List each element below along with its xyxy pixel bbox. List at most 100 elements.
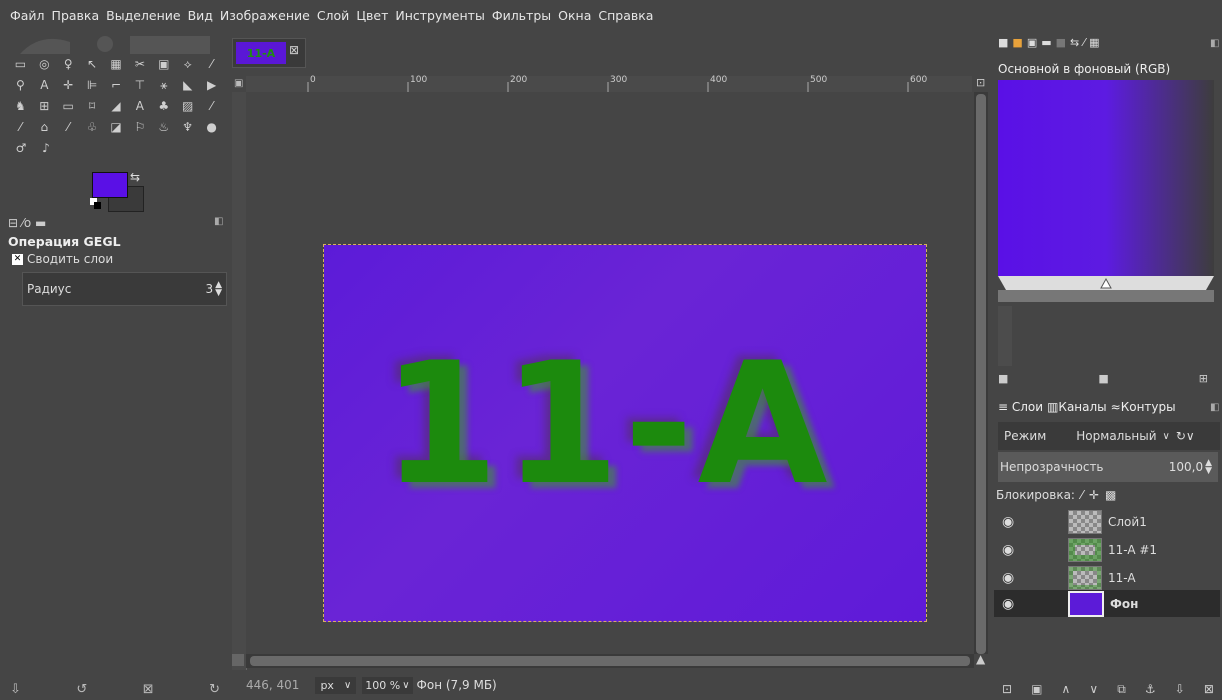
panel-menu-icon[interactable]: ◧ <box>1210 38 1219 49</box>
gradient-editor-bar[interactable] <box>998 276 1214 290</box>
crop-icon[interactable]: ⌐ <box>106 75 127 95</box>
navigate-icon[interactable] <box>232 654 244 666</box>
menu-edit[interactable]: Правка <box>52 8 100 23</box>
dodge-icon[interactable]: ♂ <box>10 138 32 158</box>
palettes-tab-icon[interactable]: ▬ <box>1041 36 1051 49</box>
gradient-preview[interactable] <box>998 80 1214 276</box>
eye-icon[interactable]: ◉ <box>1002 570 1024 586</box>
eraser-icon[interactable]: ⌂ <box>34 117 55 137</box>
mypaint-icon[interactable]: ▨ <box>177 96 198 116</box>
duplicate-layer-icon[interactable]: ⧉ <box>1117 682 1126 697</box>
perspective-icon[interactable]: ▶ <box>201 75 222 95</box>
align-icon[interactable]: ⊫ <box>82 75 103 95</box>
blur-icon[interactable]: ♆ <box>177 117 198 137</box>
measure-icon[interactable]: A <box>34 75 55 95</box>
ink-icon[interactable]: ♧ <box>82 117 103 137</box>
move-icon[interactable]: ✛ <box>58 75 79 95</box>
pencil-icon[interactable]: ⁄ <box>201 96 222 116</box>
gradients-tab-icon[interactable]: ▦ <box>1089 36 1099 49</box>
menu-windows[interactable]: Окна <box>558 8 591 23</box>
merge-down-icon[interactable]: ⇩ <box>1175 682 1185 697</box>
swap-colors-icon[interactable]: ⇆ <box>130 170 140 184</box>
text-icon[interactable]: A <box>129 96 150 116</box>
zoom-icon[interactable]: ⚲ <box>10 75 31 95</box>
lock-position-icon[interactable]: ✛ <box>1089 488 1099 502</box>
unified-transform-icon[interactable]: ⊤ <box>129 75 150 95</box>
tab-layers[interactable]: ≡ Слои <box>998 400 1043 414</box>
cage-transform-icon[interactable]: ♞ <box>10 96 31 116</box>
delete-layer-icon[interactable]: ⊠ <box>1204 682 1214 697</box>
by-color-select-icon[interactable]: ▦ <box>106 54 127 74</box>
warp-icon[interactable]: ⌑ <box>82 96 103 116</box>
menu-file[interactable]: Файл <box>10 8 45 23</box>
patterns-tab-icon[interactable]: ■ <box>1012 36 1022 49</box>
tab-channels[interactable]: ▥Каналы <box>1047 400 1107 414</box>
anchor-icon[interactable]: ⚓ <box>1145 682 1156 697</box>
eye-icon[interactable]: ◉ <box>1002 542 1024 558</box>
rect-select-icon[interactable]: ▭ <box>10 54 31 74</box>
spin-arrows-icon[interactable]: ▲ ▼ <box>215 281 222 298</box>
spin-arrows-icon[interactable]: ▲ ▼ <box>1205 459 1212 476</box>
layer-row[interactable]: ◉ 11-A <box>994 564 1220 591</box>
lower-layer-icon[interactable]: ∨ <box>1089 682 1098 697</box>
perspective-clone-icon[interactable]: ♨ <box>153 117 174 137</box>
restore-options-icon[interactable]: ↺ <box>76 682 87 697</box>
menu-filters[interactable]: Фильтры <box>492 8 551 23</box>
horizontal-scroll-thumb[interactable] <box>250 656 970 666</box>
panel-menu-icon[interactable]: ◧ <box>214 216 223 227</box>
close-icon[interactable]: ⊠ <box>289 43 299 57</box>
color-picker-icon[interactable]: ⁄ <box>201 54 222 74</box>
unit-select[interactable]: px ∨ <box>315 676 357 694</box>
tab-paths[interactable]: ≈Контуры <box>1111 400 1176 414</box>
paths-icon[interactable]: ⟡ <box>177 54 198 74</box>
undo-tab-icon[interactable]: ⇆ <box>1070 36 1079 49</box>
panel-menu-icon[interactable]: ◧ <box>1210 402 1219 413</box>
gradient-button-2[interactable]: ■ <box>1098 372 1108 385</box>
menu-layer[interactable]: Слой <box>317 8 350 23</box>
new-layer-group-icon[interactable]: ⊡ <box>1002 682 1012 697</box>
handle-transform-icon[interactable]: ⊞ <box>34 96 55 116</box>
clone-icon[interactable]: ◪ <box>106 117 127 137</box>
merge-layers-checkbox[interactable]: ✕ Сводить слои <box>12 252 113 266</box>
gradient-icon[interactable]: ♣ <box>153 96 174 116</box>
lock-pixels-icon[interactable]: ⁄ <box>1081 488 1083 502</box>
layer-row-selected[interactable]: ◉ Фон <box>994 590 1220 617</box>
brushes-tab-icon[interactable]: ■ <box>998 36 1008 49</box>
scissors-select-icon[interactable]: ✂ <box>129 54 150 74</box>
mode-reset-icon[interactable]: ↻∨ <box>1176 429 1195 443</box>
zoom-select[interactable]: 100 % ∨ <box>362 676 413 694</box>
zoom-fit-icon[interactable]: ⊡ <box>976 76 985 89</box>
canvas-viewport[interactable]: 11-A <box>246 92 974 654</box>
eye-icon[interactable]: ◉ <box>1002 514 1024 530</box>
seamless-clone-icon[interactable]: ▭ <box>58 96 79 116</box>
gegl-op-icon[interactable]: ♪ <box>35 138 57 158</box>
menu-help[interactable]: Справка <box>598 8 653 23</box>
radius-spinner[interactable]: Радиус 3 ▲ ▼ <box>22 272 227 306</box>
foreground-select-icon[interactable]: ▣ <box>153 54 174 74</box>
save-options-icon[interactable]: ⇩ <box>10 682 21 697</box>
delete-options-icon[interactable]: ⊠ <box>143 682 154 697</box>
heal-icon[interactable]: ⚐ <box>129 117 150 137</box>
vertical-scroll-thumb[interactable] <box>976 94 986 654</box>
layer-row[interactable]: ◉ Слой1 <box>994 508 1220 535</box>
smudge-icon[interactable]: ● <box>201 117 222 137</box>
layer-row[interactable]: ◉ 11-A #1 <box>994 536 1220 563</box>
fonts-tab-icon[interactable]: ▣ <box>1027 36 1037 49</box>
opacity-slider[interactable]: Непрозрачность 100,0 ▲ ▼ <box>998 452 1218 482</box>
lock-alpha-icon[interactable]: ▩ <box>1105 488 1116 502</box>
mode-select[interactable]: Нормальный ∨ <box>1076 429 1170 443</box>
free-select-icon[interactable]: ♀ <box>58 54 79 74</box>
paintbrush-icon[interactable]: ⁄ <box>10 117 31 137</box>
fg-color-swatch[interactable] <box>92 172 128 198</box>
gradient-button-3[interactable]: ⊞ <box>1199 372 1208 385</box>
bucket-fill-icon[interactable]: ◢ <box>106 96 127 116</box>
image-tab[interactable]: 11-A ⊠ <box>232 38 306 68</box>
fuzzy-select-icon[interactable]: ↖ <box>82 54 103 74</box>
menu-view[interactable]: Вид <box>188 8 213 23</box>
menu-select[interactable]: Выделение <box>106 8 180 23</box>
menu-tools[interactable]: Инструменты <box>395 8 484 23</box>
tool-options-tab-icon[interactable]: ⊟ ⁄o ▬ <box>8 216 46 230</box>
history-tab-icon[interactable]: ■ <box>1056 36 1066 49</box>
menu-colors[interactable]: Цвет <box>356 8 388 23</box>
raise-layer-icon[interactable]: ∧ <box>1062 682 1071 697</box>
